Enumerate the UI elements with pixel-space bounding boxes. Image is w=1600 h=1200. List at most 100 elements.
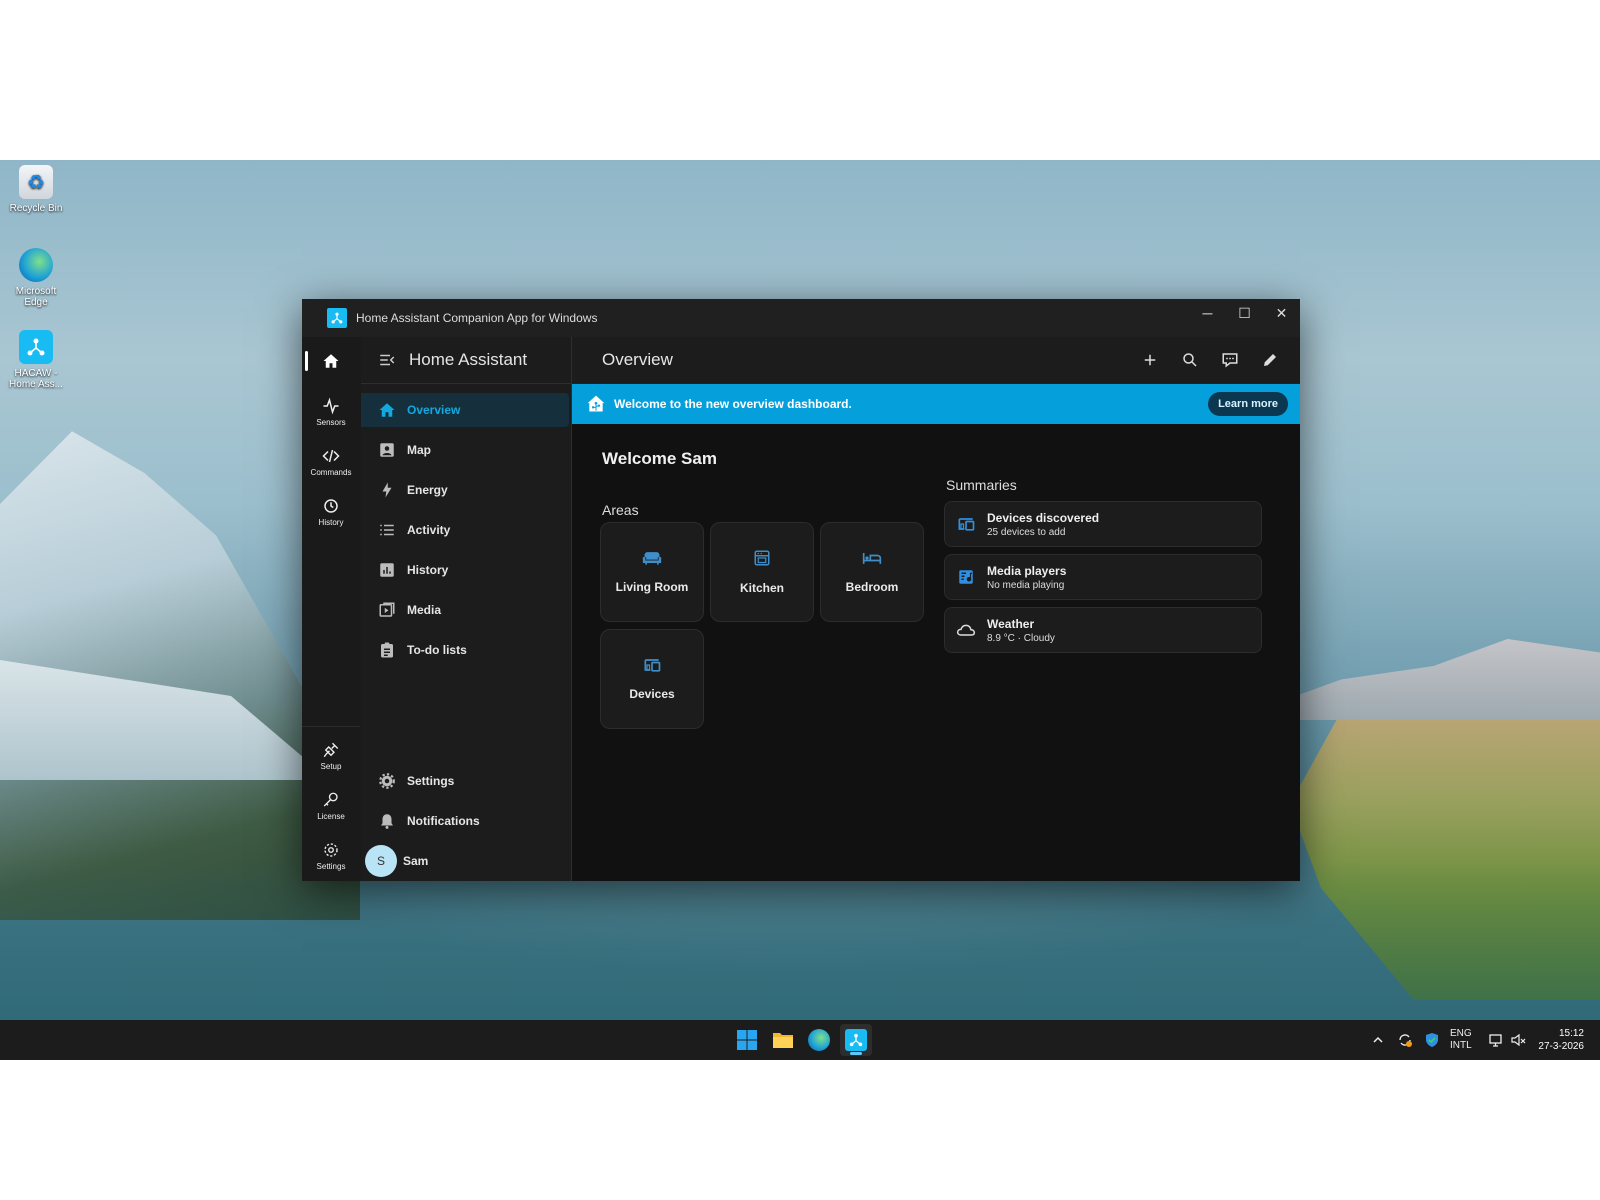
taskbar-file-explorer[interactable] (767, 1024, 799, 1056)
welcome-heading: Welcome Sam (602, 449, 717, 468)
edit-button[interactable] (1250, 340, 1290, 380)
sidebar-item-media[interactable]: Media (361, 590, 569, 630)
tray-volume[interactable] (1510, 1020, 1526, 1060)
sidebar-item-settings[interactable]: Settings (361, 761, 569, 801)
summary-card-devices[interactable]: Devices discovered 25 devices to add (944, 501, 1262, 547)
app-window: Home Assistant Companion App for Windows… (302, 299, 1300, 881)
sidebar-item-user[interactable]: S Sam (361, 841, 569, 881)
main-content: Overview Welcome to the new overview das… (572, 337, 1300, 881)
media-icon (379, 602, 395, 617)
home-assistant-icon (587, 395, 605, 412)
rail-item-settings[interactable]: Settings (302, 831, 360, 881)
collapse-menu-button[interactable] (367, 351, 407, 369)
page-title: Overview (602, 350, 673, 369)
sidebar-item-map[interactable]: Map (361, 430, 569, 470)
area-card-living-room[interactable]: Living Room (600, 522, 704, 622)
sidebar-item-energy[interactable]: Energy (361, 470, 569, 510)
network-icon (1489, 1034, 1502, 1047)
sync-icon (1399, 1034, 1412, 1047)
sidebar-item-label: To-do lists (407, 643, 467, 657)
rail-item-label: Setup (320, 762, 342, 771)
summary-card-weather[interactable]: Weather 8.9 °C · Cloudy (944, 607, 1262, 653)
sidebar-item-history[interactable]: History (361, 550, 569, 590)
assist-button[interactable] (1210, 340, 1250, 380)
welcome-banner: Welcome to the new overview dashboard. L… (572, 384, 1300, 424)
devices-icon (958, 518, 975, 531)
pencil-icon (1264, 354, 1276, 366)
area-card-devices[interactable]: Devices (600, 629, 704, 729)
summary-card-media-players[interactable]: Media players No media playing (944, 554, 1262, 600)
cloud-icon (956, 624, 976, 636)
rail-item-sensors[interactable]: Sensors (302, 387, 360, 437)
home-icon (323, 353, 339, 368)
start-button[interactable] (731, 1024, 763, 1056)
banner-text: Welcome to the new overview dashboard. (614, 397, 852, 411)
taskbar-hacaw[interactable] (840, 1024, 872, 1056)
search-button[interactable] (1170, 340, 1210, 380)
clock-time: 15:12 (1558, 1028, 1584, 1039)
rail-item-license[interactable]: License (302, 781, 360, 831)
ha-sidebar: Home Assistant Overview Map Energy Activ… (361, 337, 572, 881)
folder-icon (773, 1033, 793, 1048)
close-button[interactable]: ✕ (1263, 299, 1300, 327)
sidebar-item-notifications[interactable]: Notifications (361, 801, 569, 841)
avatar: S (365, 845, 397, 877)
rail-item-setup[interactable]: Setup (302, 731, 360, 781)
area-card-name: Kitchen (739, 581, 784, 595)
rail-item-home[interactable] (302, 337, 360, 387)
taskbar-clock[interactable]: 15:12 27-3-2026 (1538, 1027, 1584, 1053)
sidebar-item-label: Settings (407, 774, 455, 788)
rail-item-label: Settings (316, 862, 346, 871)
sidebar-item-label: History (407, 563, 449, 577)
sidebar-item-label: Energy (407, 483, 448, 497)
search-icon (1183, 353, 1197, 367)
rail-item-label: Sensors (316, 418, 346, 427)
tray-sync[interactable] (1397, 1020, 1413, 1060)
desktop-icon-hacaw[interactable]: HACAW - Home Ass... (6, 330, 66, 390)
area-card-kitchen[interactable]: Kitchen (710, 522, 814, 622)
window-titlebar[interactable]: Home Assistant Companion App for Windows… (302, 299, 1300, 337)
sidebar-item-activity[interactable]: Activity (361, 510, 569, 550)
home-icon (379, 403, 395, 417)
shield-icon (1426, 1033, 1438, 1047)
add-button[interactable] (1130, 340, 1170, 380)
speaker-muted-icon (1511, 1033, 1526, 1047)
active-indicator (850, 1052, 862, 1055)
desktop-icon-edge[interactable]: Microsoft Edge (6, 248, 66, 308)
minimize-button[interactable]: ─ (1189, 299, 1226, 327)
language-indicator[interactable]: ENG INTL (1450, 1020, 1472, 1060)
tray-overflow-button[interactable] (1372, 1020, 1384, 1060)
summary-title: Weather (987, 616, 1035, 631)
taskbar-edge[interactable] (803, 1024, 835, 1056)
tray-security[interactable] (1424, 1020, 1440, 1060)
chevron-up-icon (1373, 1036, 1383, 1043)
desktop-icon-recycle-bin[interactable]: ♻ Recycle Bin (6, 165, 66, 214)
sidebar-item-overview[interactable]: Overview (361, 393, 569, 427)
rail-item-label: License (317, 812, 345, 821)
history-icon (324, 499, 338, 513)
gear-icon (379, 773, 395, 789)
list-icon (380, 524, 394, 536)
taskbar: ENG INTL 15:12 27-3-2026 (0, 1020, 1600, 1060)
rail-item-history[interactable]: History (302, 487, 360, 537)
area-card-name: Living Room (615, 580, 689, 594)
rail-item-commands[interactable]: Commands (302, 437, 360, 487)
menu-collapse-icon (380, 354, 395, 366)
language-code: ENG (1450, 1028, 1472, 1039)
learn-more-button[interactable]: Learn more (1208, 392, 1288, 416)
hacaw-icon (845, 1029, 867, 1051)
media-player-icon (959, 570, 973, 584)
edge-icon (808, 1029, 830, 1051)
window-title: Home Assistant Companion App for Windows (356, 311, 598, 325)
key-icon (323, 792, 338, 807)
sidebar-item-todo[interactable]: To-do lists (361, 630, 569, 670)
area-card-name: Devices (629, 687, 675, 701)
tray-network[interactable] (1488, 1020, 1504, 1060)
clipboard-icon (381, 642, 393, 658)
sidebar-item-label: Media (407, 603, 442, 617)
app-logo-icon (327, 308, 347, 328)
maximize-button[interactable]: ☐ (1226, 299, 1263, 327)
area-card-bedroom[interactable]: Bedroom (820, 522, 924, 622)
sidebar-item-label: Sam (403, 854, 429, 868)
summary-subtitle: 8.9 °C · Cloudy (987, 632, 1055, 644)
